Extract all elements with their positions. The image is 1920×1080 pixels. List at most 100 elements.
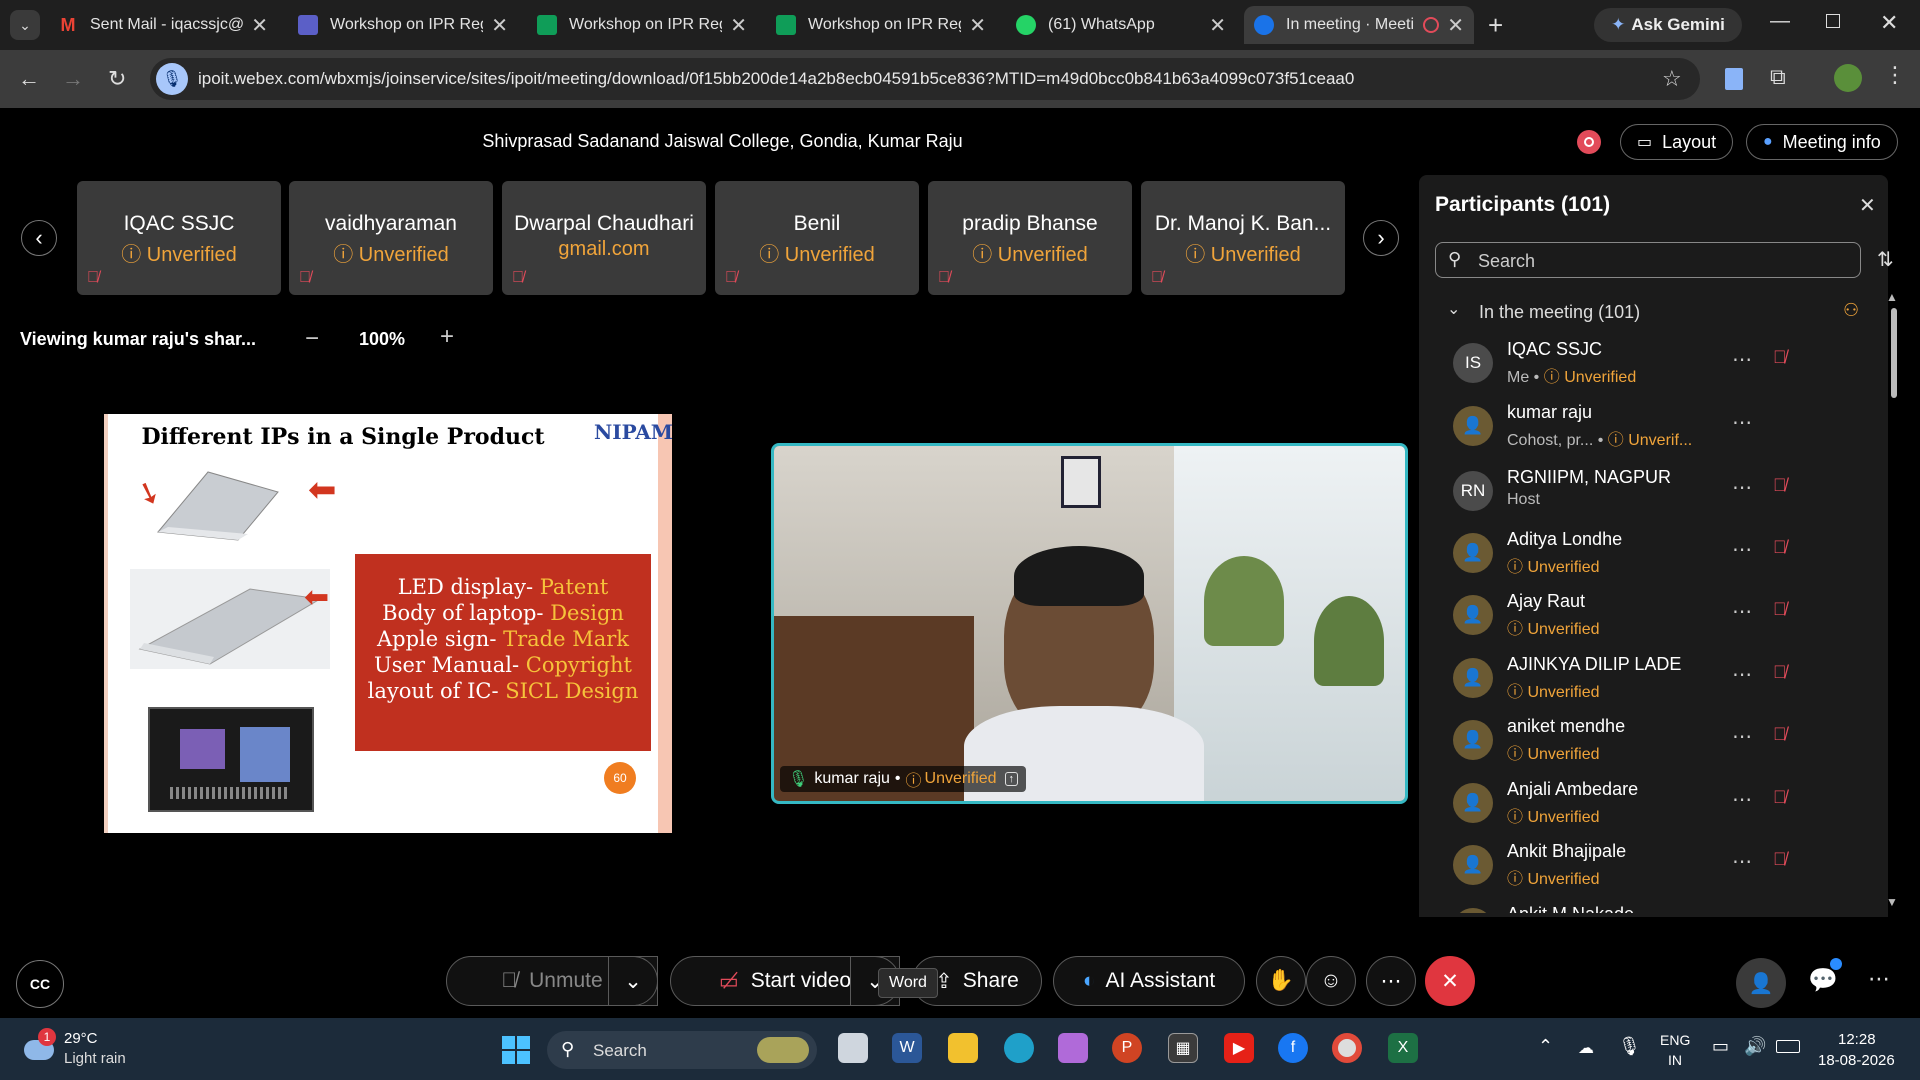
participants-toggle-button[interactable]: 👤 [1736, 958, 1786, 1008]
closed-captions-icon[interactable]: CC [16, 960, 64, 1008]
browser-tab[interactable]: Workshop on IPR Regi ✕ [766, 6, 996, 44]
youtube-icon[interactable]: ▶ [1224, 1033, 1254, 1063]
docs-extension-icon[interactable] [1725, 68, 1743, 90]
profile-avatar[interactable] [1834, 64, 1862, 92]
language-primary[interactable]: ENG [1660, 1032, 1690, 1048]
browser-tab[interactable]: (61) WhatsApp ✕ [1006, 6, 1236, 44]
facebook-icon[interactable]: f [1278, 1033, 1308, 1063]
extensions-icon[interactable]: ⧉ [1770, 64, 1786, 90]
strip-next-icon[interactable]: › [1363, 220, 1399, 256]
participant-search-input[interactable]: ⚲ Search [1435, 242, 1861, 278]
more-options-icon[interactable]: ⋯ [1732, 537, 1752, 562]
browser-tab[interactable]: M Sent Mail - iqacssjc@g ✕ [48, 6, 278, 44]
close-icon[interactable]: ✕ [251, 13, 268, 38]
more-options-icon[interactable]: ⋯ [1732, 599, 1752, 624]
scroll-down-icon[interactable]: ▼ [1886, 895, 1898, 909]
participant-row[interactable]: IS IQAC SSJC Me • ⓘ Unverified ⋯ 🎙̸ [1419, 333, 1879, 395]
taskbar-search[interactable]: ⚲ Search [547, 1031, 817, 1069]
audio-options-button[interactable]: ⌄ [608, 956, 658, 1006]
participant-card[interactable]: Dr. Manoj K. Ban... ⓘ Unverified 🎙̸ [1141, 181, 1345, 295]
volume-icon[interactable]: 🔊 [1744, 1036, 1766, 1057]
more-options-icon[interactable]: ⋯ [1732, 724, 1752, 749]
participant-card[interactable]: IQAC SSJC ⓘ Unverified 🎙̸ [77, 181, 281, 295]
start-button[interactable] [502, 1036, 530, 1064]
more-options-icon[interactable]: ⋯ [1732, 662, 1752, 687]
panel-scrollbar[interactable] [1891, 308, 1897, 398]
tab-search-dropdown-icon[interactable]: ⌄ [10, 10, 40, 40]
reload-icon[interactable]: ↻ [108, 66, 126, 92]
back-icon[interactable]: ← [18, 66, 40, 92]
muted-mic-icon[interactable]: 🎙̸ [1773, 662, 1787, 683]
powerpoint-icon[interactable]: P [1112, 1033, 1142, 1063]
muted-mic-icon[interactable]: 🎙̸ [1773, 599, 1787, 620]
muted-mic-icon[interactable]: 🎙̸ [1773, 724, 1787, 745]
microphone-tray-icon[interactable]: 🎙 [1618, 1036, 1641, 1057]
raise-hand-button[interactable]: ✋ [1256, 956, 1306, 1006]
close-icon[interactable]: ✕ [969, 13, 986, 38]
battery-icon[interactable] [1776, 1040, 1800, 1053]
weather-widget[interactable]: 1 29°C Light rain [20, 1028, 160, 1072]
address-bar[interactable]: 🎙 ipoit.webex.com/wbxmjs/joinservice/sit… [150, 58, 1700, 100]
close-window-icon[interactable]: ✕ [1880, 10, 1898, 36]
microphone-permission-icon[interactable]: 🎙 [156, 63, 188, 95]
recording-indicator-icon[interactable] [1577, 130, 1601, 154]
more-panels-icon[interactable]: ⋯ [1868, 966, 1890, 992]
excel-icon[interactable]: X [1388, 1033, 1418, 1063]
browser-tab[interactable]: Workshop on IPR Regi ✕ [527, 6, 757, 44]
reactions-button[interactable]: ☺ [1306, 956, 1356, 1006]
more-options-icon[interactable]: ⋯ [1732, 849, 1752, 874]
new-tab-icon[interactable]: + [1488, 10, 1503, 41]
forward-icon[interactable]: → [62, 66, 84, 92]
participant-row[interactable]: 👤 kumar raju Cohost, pr... • ⓘ Unverif..… [1419, 396, 1879, 458]
more-options-icon[interactable]: ⋯ [1732, 787, 1752, 812]
meeting-info-button[interactable]: ● Meeting info [1746, 124, 1898, 160]
muted-mic-icon[interactable]: 🎙̸ [1773, 537, 1787, 558]
chrome-icon[interactable] [1332, 1033, 1362, 1063]
participant-row[interactable]: 👤 Ankit Bhajipale ⓘ Unverified ⋯ 🎙̸ [1419, 835, 1879, 897]
ask-gemini-button[interactable]: ✦ Ask Gemini [1594, 8, 1742, 42]
browser-menu-icon[interactable]: ⋮ [1884, 62, 1906, 88]
zoom-out-icon[interactable]: − [305, 325, 319, 353]
participant-row[interactable]: RN RGNIIPM, NAGPUR Host ⋯ 🎙̸ [1419, 461, 1879, 523]
clock-date[interactable]: 18-08-2026 [1818, 1052, 1895, 1069]
more-options-icon[interactable]: ⋯ [1732, 475, 1752, 500]
participant-card[interactable]: Dwarpal Chaudhari gmail.com 🎙̸ [502, 181, 706, 295]
onedrive-icon[interactable]: ☁ [1578, 1038, 1594, 1058]
participant-row[interactable]: 👤 Aditya Londhe ⓘ Unverified ⋯ 🎙̸ [1419, 523, 1879, 585]
chat-button[interactable]: 💬 [1808, 966, 1838, 995]
bookmark-star-icon[interactable]: ☆ [1662, 66, 1682, 92]
more-options-button[interactable]: ⋯ [1366, 956, 1416, 1006]
muted-mic-icon[interactable]: 🎙̸ [1773, 787, 1787, 808]
zoom-in-icon[interactable]: + [440, 323, 454, 351]
participant-row[interactable]: 👤 Anjali Ambedare ⓘ Unverified ⋯ 🎙̸ [1419, 773, 1879, 835]
edge-icon[interactable] [1004, 1033, 1034, 1063]
clock-time[interactable]: 12:28 [1838, 1031, 1876, 1048]
muted-mic-icon[interactable]: 🎙̸ [1773, 475, 1787, 496]
close-icon[interactable]: ✕ [730, 13, 747, 38]
participant-card[interactable]: vaidhyaraman ⓘ Unverified 🎙̸ [289, 181, 493, 295]
restore-icon[interactable] [1826, 14, 1840, 28]
task-view-icon[interactable] [838, 1033, 868, 1063]
participant-row[interactable]: 👤 Ankit M Nakade [1419, 898, 1879, 913]
network-icon[interactable]: ▭ [1712, 1036, 1729, 1057]
participant-row[interactable]: 👤 AJINKYA DILIP LADE ⓘ Unverified ⋯ 🎙̸ [1419, 648, 1879, 710]
sort-icon[interactable]: ⇅ [1877, 247, 1894, 272]
browser-tab-active[interactable]: In meeting · Meeti ✕ [1244, 6, 1474, 44]
assign-role-icon[interactable]: ⚇ [1843, 300, 1859, 321]
language-secondary[interactable]: IN [1668, 1052, 1682, 1068]
muted-mic-icon[interactable]: 🎙̸ [1773, 347, 1787, 368]
strip-prev-icon[interactable]: ‹ [21, 220, 57, 256]
close-icon[interactable]: ✕ [1209, 13, 1226, 38]
word-app-icon[interactable]: W [892, 1033, 922, 1063]
leave-meeting-button[interactable]: ✕ [1425, 956, 1475, 1006]
minimize-icon[interactable]: — [1770, 10, 1790, 33]
participant-row[interactable]: 👤 Ajay Raut ⓘ Unverified ⋯ 🎙̸ [1419, 585, 1879, 647]
browser-tab[interactable]: Workshop on IPR Regi ✕ [288, 6, 518, 44]
close-panel-icon[interactable]: ✕ [1859, 193, 1876, 218]
participant-row[interactable]: 👤 aniket mendhe ⓘ Unverified ⋯ 🎙̸ [1419, 710, 1879, 772]
more-options-icon[interactable]: ⋯ [1732, 410, 1752, 435]
participant-card[interactable]: pradip Bhanse ⓘ Unverified 🎙̸ [928, 181, 1132, 295]
close-icon[interactable]: ✕ [491, 13, 508, 38]
copilot-icon[interactable] [1058, 1033, 1088, 1063]
section-collapse-icon[interactable]: ⌄ [1447, 299, 1460, 319]
